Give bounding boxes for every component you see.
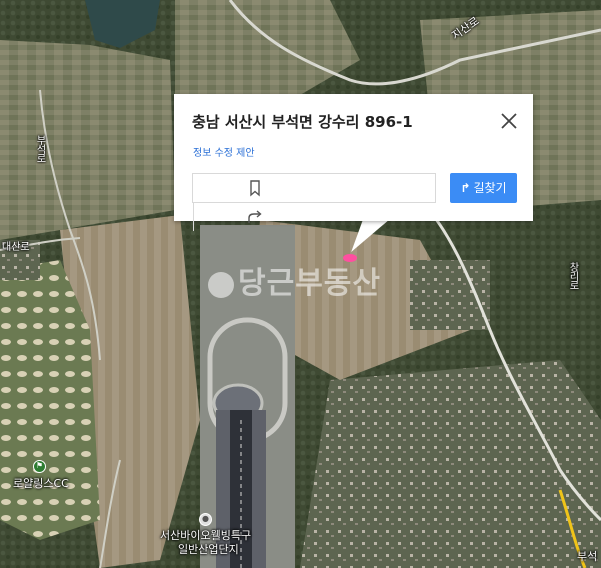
road-label-buseok: 부석로 [34, 135, 45, 162]
close-icon[interactable] [499, 111, 519, 131]
suggest-edit-link[interactable]: 정보 수정 제안 [193, 144, 255, 159]
route-button-label: 길찾기 [473, 181, 507, 195]
road-label-daesan: 대산로 [2, 242, 30, 253]
popup-action-bar [192, 173, 436, 223]
poi-label-complex-line2[interactable]: 일반산업단지 [178, 541, 239, 557]
location-marker[interactable] [343, 254, 357, 262]
industrial-complex-icon[interactable]: ● [199, 513, 212, 526]
poi-label-royal-links-cc[interactable]: 로얄링스CC [13, 475, 69, 491]
satellite-map[interactable]: 지산로 부석로 대산로 창리로 ⚑ 로얄링스CC ● 서산바이오웰빙특구 일반산… [0, 0, 601, 568]
bookmark-icon[interactable] [245, 178, 265, 198]
popup-divider [193, 203, 194, 231]
road-label-changri: 창리로 [567, 262, 578, 289]
address-title: 충남 서산시 부석면 강수리 896-1 [192, 113, 413, 131]
route-button[interactable]: ↱ 길찾기 [450, 173, 517, 203]
watermark-logo-icon [208, 271, 234, 298]
share-icon[interactable] [245, 209, 265, 225]
route-icon: ↱ [460, 181, 471, 195]
area-label-buseok: 부석 [577, 550, 598, 563]
address-info-popup: 충남 서산시 부석면 강수리 896-1 정보 수정 제안 ↱ 길찾기 [174, 94, 533, 231]
golf-course-icon[interactable]: ⚑ [33, 460, 46, 473]
watermark: 당근부동산 [208, 258, 381, 302]
